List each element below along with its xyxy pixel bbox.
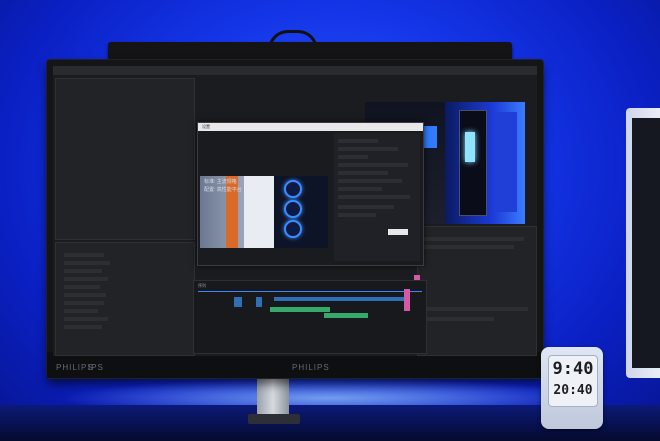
fan-icon xyxy=(284,200,302,218)
export-button[interactable] xyxy=(388,229,408,235)
timeline-panel[interactable]: 序列 xyxy=(193,280,427,354)
preview-frame: 标准: 主流规格 配置: 高性能平台 xyxy=(200,176,328,248)
dialog-title: 设置 xyxy=(202,124,210,129)
pc-tower-window xyxy=(632,118,660,368)
dialog-titlebar: 设置 xyxy=(198,123,423,131)
video-clip[interactable] xyxy=(234,297,242,307)
panel-type-label: IPS xyxy=(88,363,104,372)
project-panel[interactable] xyxy=(55,242,195,356)
desk-clock: 9:40 20:40 xyxy=(541,347,603,429)
audio-clip[interactable] xyxy=(324,313,368,318)
fan-icon xyxy=(284,180,302,198)
clock-secondary: 20:40 xyxy=(553,383,593,398)
monitor-screen: 设置 标准: 主流规格 配置: 高性能平台 序列 xyxy=(53,66,537,356)
audio-clip[interactable] xyxy=(270,307,330,312)
effects-panel[interactable] xyxy=(414,226,537,356)
monitor-stand-base xyxy=(248,414,300,424)
preview-overlay-line1: 标准: 主流规格 xyxy=(204,179,237,185)
clock-display: 9:40 20:40 xyxy=(548,355,598,407)
export-settings-pane[interactable] xyxy=(334,133,420,261)
timeline-ruler xyxy=(198,291,422,292)
monitor-stand xyxy=(257,378,289,418)
brand-logo-center: PHILIPS xyxy=(292,363,330,372)
clock-time: 9:40 xyxy=(552,359,594,379)
video-clip[interactable] xyxy=(274,297,404,301)
app-menubar xyxy=(53,66,537,75)
video-clip[interactable] xyxy=(256,297,262,307)
playhead-marker[interactable] xyxy=(404,289,410,311)
timeline-label: 序列 xyxy=(198,283,206,288)
source-panel xyxy=(55,78,195,240)
fan-icon xyxy=(284,220,302,238)
preview-overlay-line2: 配置: 高性能平台 xyxy=(204,187,242,193)
